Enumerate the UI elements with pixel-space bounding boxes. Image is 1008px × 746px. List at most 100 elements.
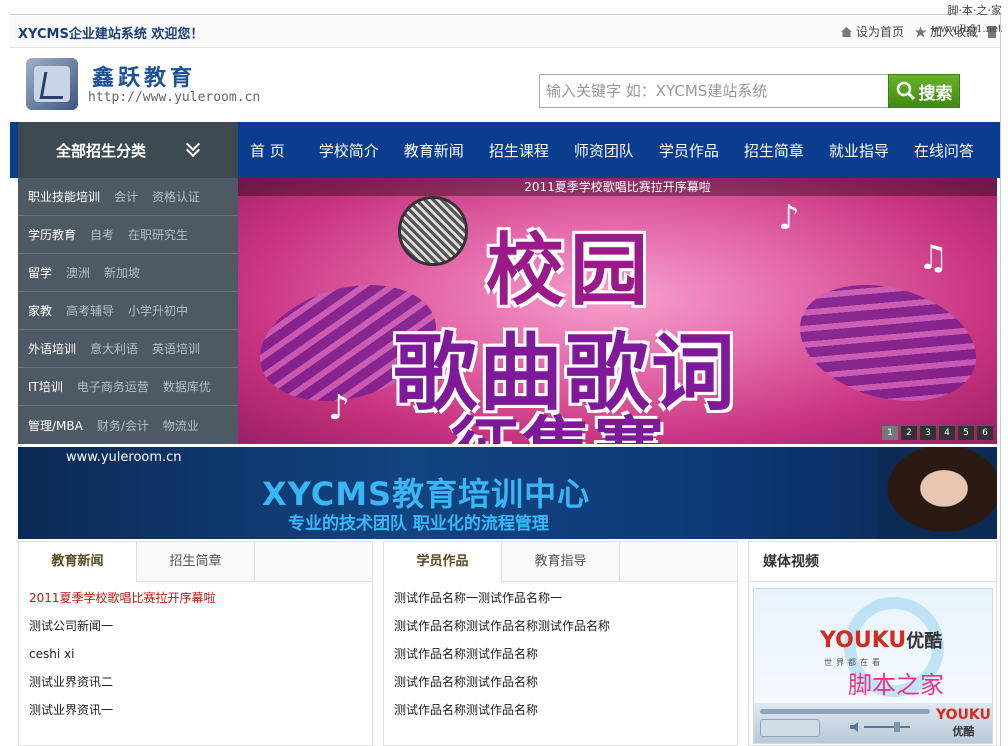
nav-item-news[interactable]: 教育新闻 bbox=[404, 140, 464, 161]
video-player[interactable]: YOUKU优酷 世界都在看 脚本之家 YOUKU 优酷 bbox=[753, 588, 993, 744]
news-panel: 教育新闻 招生简章 2011夏季学校歌唱比赛拉开序幕啦 测试公司新闻一 cesh… bbox=[18, 541, 373, 746]
set-home-label: 设为首页 bbox=[855, 25, 904, 39]
category-sub-link[interactable]: 英语培训 bbox=[152, 340, 200, 357]
category-row: 学历教育 自考 在职研究生 bbox=[18, 216, 238, 254]
music-note-icon: ♪ bbox=[778, 198, 800, 238]
nav-item-qa[interactable]: 在线问答 bbox=[914, 140, 974, 161]
nav-menu: 首 页 学校简介 教育新闻 招生课程 师资团队 学员作品 招生简章 就业指导 在… bbox=[250, 122, 999, 178]
tab-enrollment-guide[interactable]: 招生简章 bbox=[137, 542, 255, 582]
nav-item-teachers[interactable]: 师资团队 bbox=[574, 140, 634, 161]
search-button[interactable]: 搜索 bbox=[888, 74, 960, 108]
category-sub-link[interactable]: 在职研究生 bbox=[128, 226, 188, 243]
category-sub-link[interactable]: 新加坡 bbox=[104, 264, 140, 281]
category-row: 留学 澳洲 新加坡 bbox=[18, 254, 238, 292]
music-note-icon: ♪ bbox=[328, 388, 350, 428]
category-main-link[interactable]: 管理/MBA bbox=[28, 417, 83, 434]
category-sub-link[interactable]: 自考 bbox=[90, 226, 114, 243]
media-title: 媒体视频 bbox=[749, 542, 996, 582]
list-item[interactable]: 测试作品名称测试作品名称 bbox=[394, 640, 737, 668]
watermark-url: www.Jb51.net bbox=[931, 24, 1002, 35]
list-item[interactable]: 测试作品名称测试作品名称测试作品名称 bbox=[394, 612, 737, 640]
tab-education-guidance[interactable]: 教育指导 bbox=[502, 542, 620, 582]
works-panel: 学员作品 教育指导 测试作品名称一测试作品名称一 测试作品名称测试作品名称测试作… bbox=[383, 541, 738, 746]
search-input[interactable]: 输入关键字 如：XYCMS建站系统 bbox=[539, 74, 889, 108]
corner-logo: YOUKU 优酷 bbox=[936, 707, 991, 739]
list-item[interactable]: ceshi xi bbox=[29, 640, 372, 668]
banner-pager: 1 2 3 4 5 6 bbox=[882, 426, 993, 440]
media-panel: 媒体视频 YOUKU优酷 世界都在看 脚本之家 YOUKU 优酷 bbox=[748, 541, 997, 746]
category-sub-link[interactable]: 财务/会计 bbox=[97, 417, 149, 434]
banner-dot[interactable]: 2 bbox=[901, 426, 917, 440]
player-controls: YOUKU 优酷 bbox=[754, 703, 992, 743]
category-sub-link[interactable]: 电子商务运营 bbox=[77, 378, 149, 395]
brand-name: 鑫跃教育 bbox=[92, 66, 197, 91]
frame-border bbox=[1000, 14, 1001, 746]
category-sub-link[interactable]: 资格认证 bbox=[152, 188, 200, 205]
category-main-link[interactable]: 留学 bbox=[28, 264, 52, 281]
ad-url: www.yuleroom.cn bbox=[66, 450, 182, 465]
ad-banner[interactable]: www.yuleroom.cn XYCMS教育培训中心 专业的技术团队 职业化的… bbox=[18, 447, 997, 539]
list-item[interactable]: 测试公司新闻一 bbox=[29, 612, 372, 640]
category-sub-link[interactable]: 会计 bbox=[114, 188, 138, 205]
banner-caption[interactable]: 2011夏季学校歌唱比赛拉开序幕啦 bbox=[238, 178, 997, 196]
category-sidebar: 职业技能培训 会计 资格认证 学历教育 自考 在职研究生 留学 澳洲 新加坡 家… bbox=[18, 178, 238, 444]
nav-item-works[interactable]: 学员作品 bbox=[659, 140, 719, 161]
banner-wing-right bbox=[786, 266, 990, 420]
ad-portrait bbox=[878, 447, 997, 539]
nav-item-about[interactable]: 学校简介 bbox=[319, 140, 379, 161]
volume-icon[interactable] bbox=[850, 721, 914, 733]
banner-dot[interactable]: 3 bbox=[920, 426, 936, 440]
category-main-link[interactable]: 学历教育 bbox=[28, 226, 76, 243]
category-sub-link[interactable]: 澳洲 bbox=[66, 264, 90, 281]
top-bar: XYCMS企业建站系统 欢迎您！ 设为首页 加入收藏 bbox=[10, 14, 1000, 48]
category-sub-link[interactable]: 高考辅导 bbox=[66, 302, 114, 319]
nav-item-career[interactable]: 就业指导 bbox=[829, 140, 889, 161]
category-main-link[interactable]: 外语培训 bbox=[28, 340, 76, 357]
banner-headline-1: 校园 bbox=[486, 226, 655, 316]
list-item[interactable]: 2011夏季学校歌唱比赛拉开序幕啦 bbox=[29, 584, 372, 612]
banner-slider[interactable]: ♪ ♫ ♪ 2011夏季学校歌唱比赛拉开序幕啦 校园 歌曲歌词 征集赛 1 2 … bbox=[238, 178, 997, 444]
category-row: IT培训 电子商务运营 数据库优 bbox=[18, 368, 238, 406]
nav-item-courses[interactable]: 招生课程 bbox=[489, 140, 549, 161]
ad-subline: 专业的技术团队 职业化的流程管理 bbox=[288, 514, 549, 534]
main-nav: 全部招生分类 首 页 学校简介 教育新闻 招生课程 师资团队 学员作品 招生简章… bbox=[10, 122, 1000, 178]
list-item[interactable]: 测试业界资讯二 bbox=[29, 668, 372, 696]
nav-item-enrollment[interactable]: 招生简章 bbox=[744, 140, 804, 161]
category-sub-link[interactable]: 意大利语 bbox=[90, 340, 138, 357]
all-categories-label: 全部招生分类 bbox=[55, 141, 146, 160]
play-button[interactable] bbox=[760, 719, 820, 737]
corner-logo-text: YOUKU bbox=[936, 707, 991, 723]
corner-logo-cn: 优酷 bbox=[952, 725, 975, 738]
news-list: 2011夏季学校歌唱比赛拉开序幕啦 测试公司新闻一 ceshi xi 测试业界资… bbox=[19, 582, 372, 724]
list-item[interactable]: 测试作品名称一测试作品名称一 bbox=[394, 584, 737, 612]
music-note-icon: ♫ bbox=[918, 238, 949, 278]
brand-url: http://www.yuleroom.cn bbox=[88, 90, 261, 105]
watermark: 脚本之家 bbox=[848, 671, 944, 699]
chevron-down-icon bbox=[186, 143, 200, 157]
player-logo: YOUKU优酷 bbox=[820, 627, 942, 653]
banner-headline-3: 征集赛 bbox=[450, 394, 666, 444]
list-item[interactable]: 测试业界资讯一 bbox=[29, 696, 372, 724]
search-icon bbox=[896, 81, 915, 101]
category-main-link[interactable]: IT培训 bbox=[28, 378, 63, 395]
category-sub-link[interactable]: 数据库优 bbox=[163, 378, 211, 395]
banner-dot[interactable]: 4 bbox=[939, 426, 955, 440]
category-sub-link[interactable]: 物流业 bbox=[163, 417, 199, 434]
banner-dot[interactable]: 1 bbox=[882, 426, 898, 440]
tab-education-news[interactable]: 教育新闻 bbox=[19, 542, 137, 582]
news-tabs: 教育新闻 招生简章 bbox=[19, 542, 372, 582]
banner-dot[interactable]: 5 bbox=[958, 426, 974, 440]
progress-bar[interactable] bbox=[760, 709, 930, 714]
category-main-link[interactable]: 家教 bbox=[28, 302, 52, 319]
list-item[interactable]: 测试作品名称测试作品名称 bbox=[394, 696, 737, 724]
set-home-link[interactable]: 设为首页 bbox=[840, 23, 904, 40]
logo-icon[interactable] bbox=[26, 58, 78, 110]
nav-item-home[interactable]: 首 页 bbox=[250, 140, 285, 161]
category-main-link[interactable]: 职业技能培训 bbox=[28, 188, 100, 205]
list-item[interactable]: 测试作品名称测试作品名称 bbox=[394, 668, 737, 696]
home-icon bbox=[840, 26, 852, 37]
all-categories-button[interactable]: 全部招生分类 bbox=[18, 122, 238, 178]
banner-dot[interactable]: 6 bbox=[977, 426, 993, 440]
category-sub-link[interactable]: 小学升初中 bbox=[128, 302, 188, 319]
tab-student-works[interactable]: 学员作品 bbox=[384, 542, 502, 582]
